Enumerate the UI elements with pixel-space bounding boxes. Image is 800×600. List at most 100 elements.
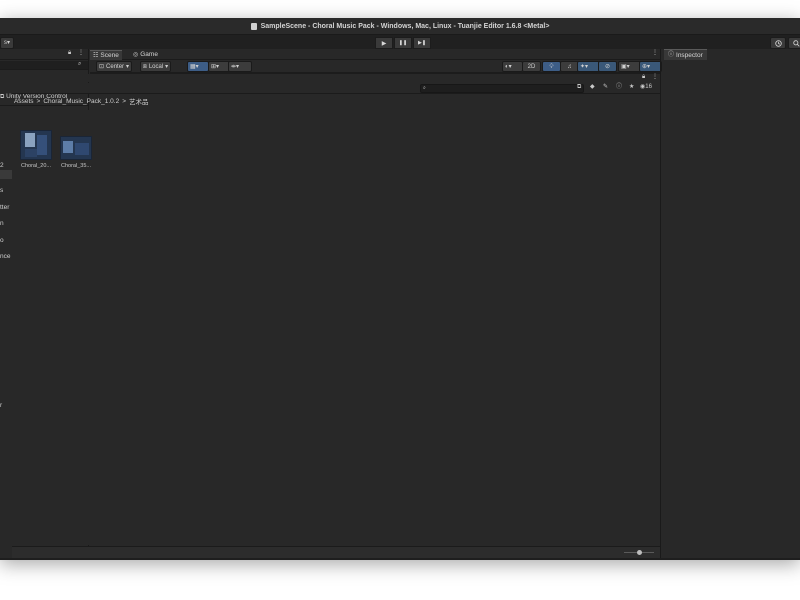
info-icon[interactable]: ⓘ xyxy=(616,84,622,90)
rect-snap-button[interactable]: ⇹▾ xyxy=(228,61,252,72)
space-local-dropdown[interactable]: ⧈ Local ▾ xyxy=(140,61,172,72)
slider-knob[interactable] xyxy=(637,550,642,555)
account-dropdown[interactable]: s ▾ xyxy=(0,37,14,49)
hierarchy-item[interactable]: o xyxy=(0,237,4,244)
scene-visibility-toggle[interactable]: ⊘ xyxy=(598,61,617,72)
effects-icon: ✦▾ xyxy=(580,63,589,70)
panel-divider[interactable] xyxy=(660,49,661,558)
hierarchy-item[interactable]: tter xyxy=(0,204,9,211)
title-bar: SampleScene - Choral Music Pack - Window… xyxy=(0,18,800,35)
hierarchy-header: 🔒︎ ⋮ xyxy=(0,49,88,60)
editor-window: SampleScene - Choral Music Pack - Window… xyxy=(0,18,800,560)
pivot-icon: ⊡ xyxy=(99,63,105,70)
camera-dropdown[interactable]: ▣▾ xyxy=(618,61,641,72)
lock-icon[interactable]: 🔒︎ xyxy=(642,74,645,80)
2d-toggle-label: 2D xyxy=(527,63,536,70)
tab-scene[interactable]: ☷ Scene xyxy=(90,50,122,60)
search-icon: ⌕ xyxy=(78,61,82,67)
hierarchy-item[interactable]: nce xyxy=(0,253,10,260)
hierarchy-selection xyxy=(0,170,12,179)
info-icon: ⓘ xyxy=(668,52,675,58)
more-options-icon[interactable]: ⋮ xyxy=(652,74,658,80)
hidden-package-count: 16 xyxy=(645,84,652,90)
breadcrumb-artwork-folder[interactable]: 艺术品 xyxy=(129,96,149,106)
tab-game[interactable]: ◎ Game xyxy=(130,50,161,59)
hierarchy-item-label: n xyxy=(0,220,4,227)
breadcrumb-package-folder[interactable]: Choral_Music_Pack_1.0.2 xyxy=(43,98,119,105)
play-button[interactable]: ▶ xyxy=(375,37,393,49)
icon-size-slider[interactable] xyxy=(624,550,654,555)
align-icon: ⇹▾ xyxy=(231,63,240,70)
gizmos-icon: ⊕▾ xyxy=(642,63,651,70)
hierarchy-item-label: s xyxy=(0,187,4,194)
filter-icon[interactable]: ◆ xyxy=(590,84,595,90)
asset-thumbnail xyxy=(20,130,52,160)
pivot-center-dropdown[interactable]: ⊡ Center ▾ xyxy=(96,61,133,72)
space-local-label: Local xyxy=(148,63,164,70)
inspector-panel: ⓘ Inspector xyxy=(662,49,800,558)
snap-increment-button[interactable]: ⊞▾ xyxy=(208,61,230,72)
hierarchy-item[interactable]: 2 xyxy=(0,162,4,169)
tab-inspector-label: Inspector xyxy=(676,51,703,59)
hierarchy-item-label: nce xyxy=(0,253,11,260)
play-icon: ▶ xyxy=(381,40,387,47)
project-search-input[interactable]: ⌕ xyxy=(420,84,584,93)
main-toolbar: s ▾ ▶ ❚❚ ▶❚ xyxy=(0,35,800,49)
step-icon: ▶❚ xyxy=(417,40,427,46)
hierarchy-item-label: r xyxy=(0,402,3,409)
breadcrumb-separator: > xyxy=(122,97,126,105)
grid-snap-button[interactable]: ▦▾ xyxy=(187,61,209,72)
more-options-icon[interactable]: ⋮ xyxy=(78,50,84,56)
history-icon xyxy=(774,39,782,47)
hierarchy-item[interactable]: n xyxy=(0,220,4,227)
effects-dropdown[interactable]: ✦▾ xyxy=(577,61,600,72)
more-options-icon[interactable]: ⋮ xyxy=(652,50,658,56)
scene-tabs: ☷ Scene ◎ Game ⋮ xyxy=(90,49,660,60)
search-icon xyxy=(792,39,800,47)
search-by-type-icon[interactable]: ⧉ xyxy=(577,84,581,90)
gizmos-dropdown[interactable]: ⊕▾ xyxy=(639,61,662,72)
project-tabs: 🔒︎ ⋮ xyxy=(12,74,660,82)
label-icon[interactable]: ✎ xyxy=(603,84,608,90)
hierarchy-item-label: o xyxy=(0,237,4,244)
document-icon xyxy=(250,22,257,30)
hierarchy-item[interactable]: r xyxy=(0,402,2,409)
game-controller-icon: ◎ xyxy=(133,51,139,58)
scene-toolbar: ⊡ Center ▾ ⧈ Local ▾ ▦▾ ⊞▾ ⇹▾ ◐▾ 2D 💡︎ ♫ xyxy=(90,60,662,72)
audio-icon: ♫ xyxy=(567,63,572,70)
hierarchy-item[interactable]: s xyxy=(0,187,3,194)
pause-icon: ❚❚ xyxy=(398,40,408,46)
chevron-down-icon: ▾ xyxy=(6,40,10,46)
tab-inspector[interactable]: ⓘ Inspector xyxy=(664,49,707,60)
lock-icon[interactable]: 🔒︎ xyxy=(68,50,71,56)
step-button[interactable]: ▶❚ xyxy=(413,37,431,49)
breadcrumb-assets[interactable]: Assets xyxy=(14,98,34,105)
camera-icon: ▣▾ xyxy=(621,63,630,70)
status-bar xyxy=(0,558,800,560)
chevron-down-icon: ▾ xyxy=(126,63,130,70)
version-control-icon: ⧉ xyxy=(0,94,5,100)
asset-name: Choral_35... xyxy=(61,163,91,169)
draw-mode-dropdown[interactable]: ◐▾ xyxy=(502,61,523,72)
tab-game-label: Game xyxy=(140,51,158,58)
2d-toggle[interactable]: 2D xyxy=(522,61,541,72)
eye-slash-icon: ⊘ xyxy=(604,63,611,70)
asset-item[interactable]: Choral_35... xyxy=(56,130,96,169)
breadcrumb-separator: > xyxy=(36,97,41,105)
local-space-icon: ⧈ xyxy=(143,63,147,70)
lighting-toggle[interactable]: 💡︎ xyxy=(542,61,561,72)
asset-name: Choral_20... xyxy=(21,163,51,169)
lightbulb-icon: 💡︎ xyxy=(549,63,554,70)
search-button[interactable] xyxy=(788,37,800,49)
asset-thumbnail xyxy=(60,136,92,160)
star-icon[interactable]: ★ xyxy=(629,84,634,90)
hierarchy-search-input[interactable]: ⌕ xyxy=(0,61,88,70)
history-button[interactable] xyxy=(770,37,786,49)
pivot-center-label: Center xyxy=(106,63,125,70)
hierarchy-item-label: tter xyxy=(0,204,10,211)
asset-item[interactable]: Choral_20... xyxy=(16,130,56,169)
pause-button[interactable]: ❚❚ xyxy=(394,37,412,49)
tab-scene-label: Scene xyxy=(100,52,119,59)
asset-grid: Choral_20... Choral_35... xyxy=(12,110,660,545)
scene-icon: ☷ xyxy=(93,52,99,59)
